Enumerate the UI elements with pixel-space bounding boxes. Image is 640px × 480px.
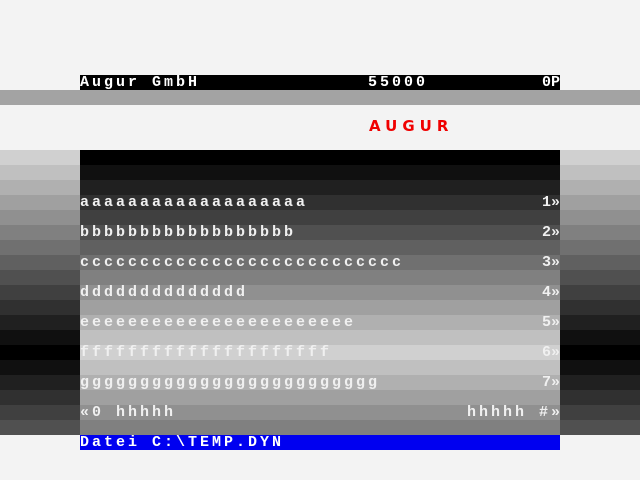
gradient-band	[80, 270, 560, 285]
gradient-band	[0, 420, 80, 435]
gradient-band	[0, 210, 80, 225]
gradient-band	[560, 345, 640, 360]
gradient-band	[0, 375, 80, 390]
gradient-band	[560, 360, 640, 375]
menu-item-5[interactable]: eeeeeeeeeeeeeeeeeeeeeee 5»	[80, 315, 560, 330]
gradient-band	[0, 180, 80, 195]
augur-logo: AUGUR	[369, 117, 454, 135]
gradient-band	[560, 195, 640, 210]
gradient-band	[560, 300, 640, 315]
menu-item-3[interactable]: ccccccccccccccccccccccccccc 3»	[80, 255, 560, 270]
status-bar: Datei C:\TEMP.DYN	[80, 435, 560, 450]
gradient-band	[560, 390, 640, 405]
gradient-band	[560, 330, 640, 345]
menu-item-label: ggggggggggggggggggggggggg	[80, 374, 381, 391]
menu-item-label: fffffffffffffffffffff	[80, 344, 333, 361]
menu-item-key: 2»	[541, 224, 560, 241]
menu-item-key: 7»	[541, 374, 560, 391]
page-nav-row: «0 hhhhh hhhhh #»	[80, 405, 560, 420]
separator-band	[0, 90, 640, 105]
gradient-band	[0, 270, 80, 285]
gradient-band	[560, 240, 640, 255]
gradient-band	[560, 420, 640, 435]
gradient-band	[0, 360, 80, 375]
gradient-band	[0, 195, 80, 210]
gradient-band	[0, 405, 80, 420]
gradient-band	[560, 210, 640, 225]
company-name: Augur GmbH	[80, 74, 201, 91]
gradient-band	[80, 165, 560, 180]
gradient-band	[0, 285, 80, 300]
gradient-band	[0, 345, 80, 360]
gradient-band	[80, 240, 560, 255]
gradient-band	[80, 390, 560, 405]
points-value: 0P	[541, 74, 560, 91]
title-bar: Augur GmbH 55000 0P	[80, 75, 560, 90]
gradient-band	[560, 285, 640, 300]
gradient-band	[80, 420, 560, 435]
menu-item-key: 3»	[541, 254, 560, 271]
gradient-band	[560, 180, 640, 195]
gradient-band	[80, 360, 560, 375]
gradient-band	[560, 405, 640, 420]
menu-item-key: 4»	[541, 284, 560, 301]
gradient-band	[560, 375, 640, 390]
gradient-band	[0, 300, 80, 315]
gradient-band	[80, 330, 560, 345]
file-path: Datei C:\TEMP.DYN	[80, 434, 285, 451]
gradient-band	[80, 300, 560, 315]
gradient-band	[560, 255, 640, 270]
gradient-band	[0, 330, 80, 345]
gradient-band	[560, 165, 640, 180]
gradient-band	[0, 315, 80, 330]
menu-item-7[interactable]: ggggggggggggggggggggggggg 7»	[80, 375, 560, 390]
gradient-band	[0, 255, 80, 270]
gradient-band	[0, 165, 80, 180]
prev-page-button[interactable]: «0 hhhhh	[80, 405, 176, 420]
menu-item-label: bbbbbbbbbbbbbbbbbb	[80, 224, 297, 241]
menu-item-label: ccccccccccccccccccccccccccc	[80, 254, 405, 271]
menu-item-1[interactable]: aaaaaaaaaaaaaaaaaaa 1»	[80, 195, 560, 210]
gradient-band	[80, 150, 560, 165]
gradient-band	[80, 180, 560, 195]
gradient-band	[560, 270, 640, 285]
gradient-band	[0, 225, 80, 240]
next-page-button[interactable]: hhhhh #»	[467, 405, 563, 420]
gradient-band	[0, 390, 80, 405]
gradient-band	[0, 150, 80, 165]
menu-item-key: 6»	[541, 344, 560, 361]
menu-item-label: aaaaaaaaaaaaaaaaaaa	[80, 194, 309, 211]
gradient-band	[80, 210, 560, 225]
gradient-band	[560, 150, 640, 165]
menu-item-2[interactable]: bbbbbbbbbbbbbbbbbb 2»	[80, 225, 560, 240]
gradient-band	[560, 225, 640, 240]
amount-value: 55000	[368, 74, 429, 91]
menu-item-key: 1»	[541, 194, 560, 211]
menu-item-label: eeeeeeeeeeeeeeeeeeeeeee	[80, 314, 357, 331]
menu-item-label: dddddddddddddd	[80, 284, 249, 301]
menu-item-key: 5»	[541, 314, 560, 331]
menu-item-4[interactable]: dddddddddddddd 4»	[80, 285, 560, 300]
gradient-band	[560, 315, 640, 330]
gradient-band	[0, 240, 80, 255]
menu-item-6[interactable]: fffffffffffffffffffff 6»	[80, 345, 560, 360]
